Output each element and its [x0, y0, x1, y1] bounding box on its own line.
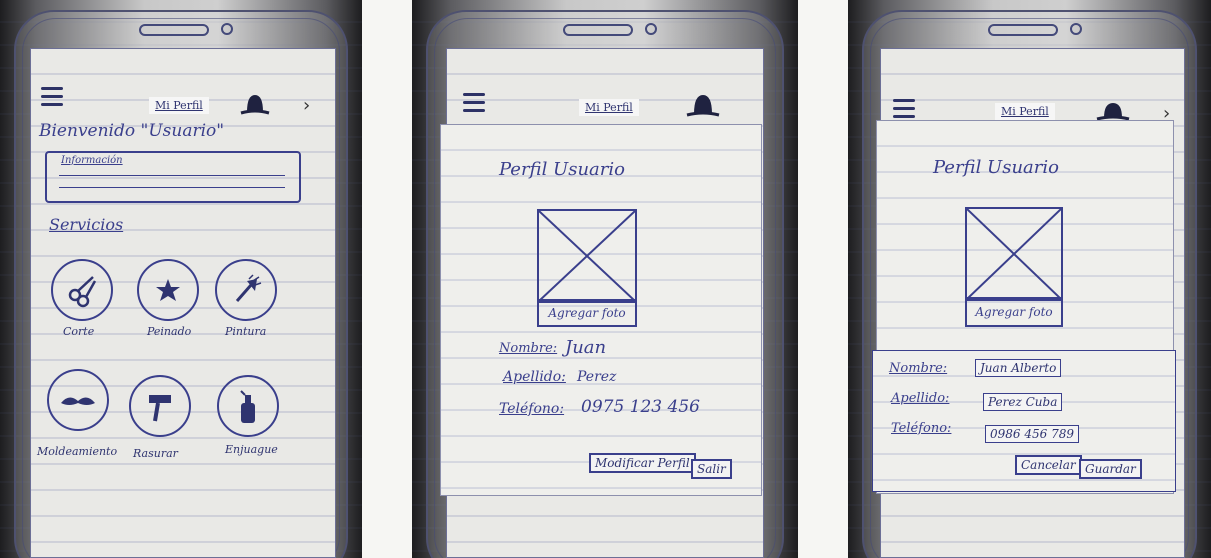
service-label: Peinado — [147, 325, 192, 338]
razor-icon — [149, 395, 171, 422]
chevron-right-icon[interactable]: › — [303, 95, 310, 116]
service-moldeamiento-button[interactable] — [47, 369, 109, 431]
service-label: Enjuague — [225, 443, 278, 456]
my-profile-link[interactable]: Mi Perfil — [579, 99, 639, 116]
surname-label: Apellido: — [891, 391, 950, 406]
camera-dot — [221, 23, 233, 35]
profile-title: Perfil Usuario — [499, 159, 625, 180]
menu-icon[interactable] — [41, 87, 63, 111]
add-photo-button[interactable]: Agregar foto — [965, 297, 1063, 327]
profile-view-sketch: Mi Perfil Perfil Usuario Agregar foto No… — [412, 0, 798, 558]
service-label: Pintura — [225, 325, 267, 338]
modify-profile-button[interactable]: Modificar Perfil — [589, 453, 696, 473]
cancel-button[interactable]: Cancelar — [1015, 455, 1082, 475]
service-enjuague-button[interactable] — [217, 375, 279, 437]
my-profile-link[interactable]: Mi Perfil — [995, 103, 1055, 120]
service-label: Rasurar — [133, 447, 178, 460]
menu-icon[interactable] — [463, 93, 485, 117]
phone-label: Teléfono: — [499, 401, 565, 417]
info-label: Información — [61, 155, 123, 166]
services-title: Servicios — [49, 215, 124, 234]
name-value: Juan — [565, 337, 607, 358]
profile-card: Perfil Usuario Agregar foto Nombre: Juan… — [440, 124, 762, 496]
scissors-icon — [68, 276, 97, 308]
service-pintura-button[interactable] — [215, 259, 277, 321]
mustache-icon — [61, 397, 95, 405]
profile-title: Perfil Usuario — [933, 157, 1059, 178]
camera-dot — [1069, 23, 1082, 35]
surname-value: Perez — [577, 369, 617, 385]
surname-label: Apellido: — [503, 369, 566, 385]
service-label: Moldeamiento — [37, 445, 118, 458]
speaker-slot — [139, 24, 209, 36]
welcome-text: Bienvenido "Usuario" — [39, 121, 225, 141]
bottle-icon — [240, 390, 255, 423]
speaker-slot — [987, 24, 1058, 36]
service-label: Corte — [63, 325, 95, 338]
surname-input[interactable]: Perez Cuba — [983, 393, 1063, 411]
info-card: Información — [45, 151, 301, 203]
brush-icon — [235, 274, 262, 302]
phone-input[interactable]: 0986 456 789 — [985, 425, 1079, 443]
home-screen-sketch: Mi Perfil › Bienvenido "Usuario" Informa… — [0, 0, 362, 558]
name-label: Nombre: — [499, 341, 558, 356]
phone-screen: Mi Perfil › Bienvenido "Usuario" Informa… — [30, 48, 336, 558]
service-peinado-button[interactable] — [137, 259, 199, 321]
photo-placeholder — [965, 207, 1063, 301]
star-icon — [156, 279, 180, 301]
phone-label: Teléfono: — [891, 421, 952, 436]
add-photo-button[interactable]: Agregar foto — [537, 299, 637, 327]
service-corte-button[interactable] — [51, 259, 113, 321]
exit-button[interactable]: Salir — [691, 459, 732, 479]
camera-dot — [645, 23, 657, 35]
info-line — [59, 175, 285, 176]
speaker-slot — [563, 24, 633, 36]
my-profile-link[interactable]: Mi Perfil — [149, 97, 209, 114]
name-label: Nombre: — [889, 361, 948, 376]
edit-form: Nombre: Juan Alberto Apellido: Perez Cub… — [872, 350, 1176, 492]
service-rasurar-button[interactable] — [129, 375, 191, 437]
info-line — [59, 187, 285, 188]
profile-hat-icon[interactable] — [237, 91, 273, 121]
name-input[interactable]: Juan Alberto — [975, 359, 1062, 377]
profile-hat-icon[interactable] — [683, 91, 723, 123]
photo-placeholder — [537, 209, 637, 303]
phone-value: 0975 123 456 — [581, 397, 700, 417]
save-button[interactable]: Guardar — [1079, 459, 1142, 479]
profile-edit-sketch: Mi Perfil › Perfil Usuario Agregar foto … — [848, 0, 1211, 558]
